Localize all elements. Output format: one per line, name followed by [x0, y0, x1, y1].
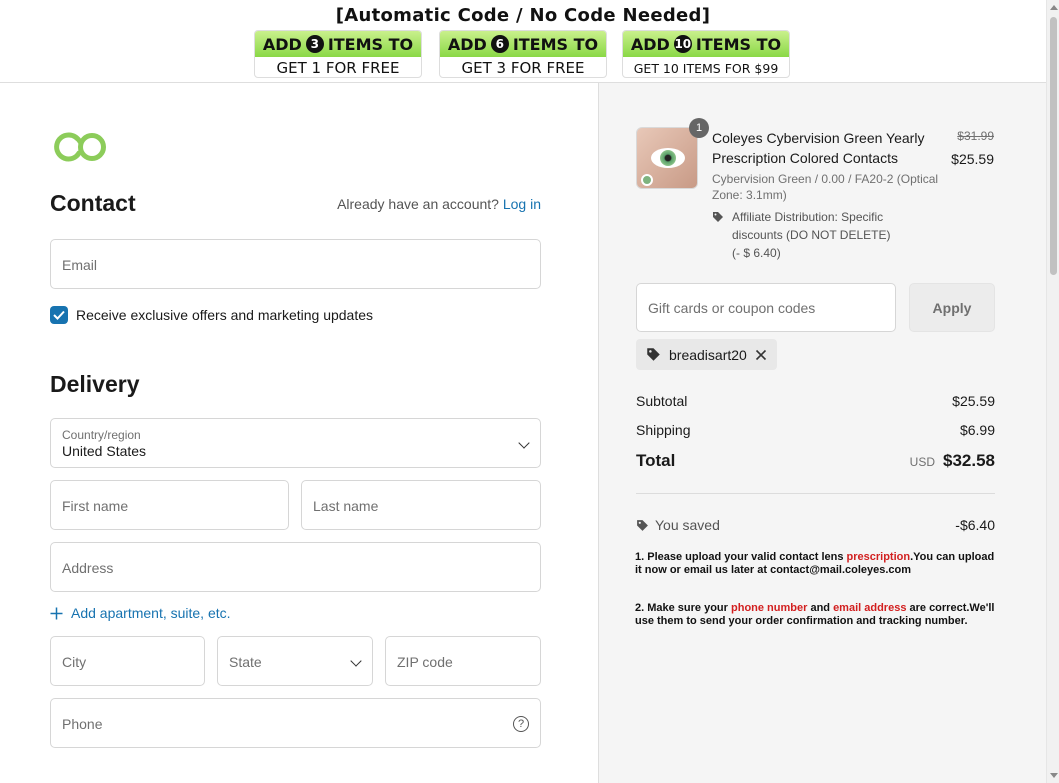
checkout-form: Contact Already have an account? Log in … [0, 83, 598, 783]
marketing-label: Receive exclusive offers and marketing u… [76, 307, 374, 323]
original-price: $31.99 [957, 129, 994, 143]
saved-row: You saved -$6.40 [636, 517, 995, 533]
close-icon[interactable] [755, 349, 767, 361]
promo-tile-offer: GET 10 ITEMS FOR $99 [633, 60, 779, 76]
checkout-page: [Automatic Code / No Code Needed] ADD 3 … [0, 0, 1059, 783]
promo-tile-offer: GET 3 FOR FREE [461, 59, 585, 77]
city-field[interactable]: City [50, 636, 205, 686]
email-placeholder: Email [62, 257, 98, 273]
country-value: United States [62, 443, 147, 459]
order-summary: 1 Coleyes Cybervision Green Yearly Presc… [598, 83, 1046, 783]
applied-code: breadisart20 [669, 346, 747, 363]
first-name-field[interactable]: First name [50, 480, 289, 530]
delivery-heading: Delivery [50, 371, 140, 397]
total-value: $32.58 [943, 451, 995, 470]
currency-code: USD [909, 455, 935, 469]
tag-icon [713, 212, 723, 222]
product-discount: Affiliate Distribution: Specific discoun… [712, 208, 912, 262]
store-logo-icon[interactable] [52, 131, 110, 163]
promo-tile-10[interactable]: ADD 10 ITEMS TO GET 10 ITEMS FOR $99 [622, 30, 790, 78]
prescription-note: 1. Please upload your valid contact lens… [635, 551, 995, 576]
add-apartment-link[interactable]: Add apartment, suite, etc. [50, 605, 231, 621]
promo-title: [Automatic Code / No Code Needed] [335, 5, 711, 26]
scroll-down-icon[interactable] [1050, 773, 1058, 778]
zip-field[interactable]: ZIP code [385, 636, 541, 686]
chevron-down-icon [350, 655, 362, 667]
help-icon[interactable]: ? [513, 716, 529, 732]
promo-tile-6[interactable]: ADD 6 ITEMS TO GET 3 FOR FREE [439, 30, 607, 78]
total-row: Total USD $32.58 [636, 451, 995, 470]
product-name: Coleyes Cybervision Green Yearly Prescri… [712, 130, 925, 166]
promo-number-badge: 10 [673, 35, 692, 53]
current-price: $25.59 [951, 151, 994, 167]
promo-tile-3[interactable]: ADD 3 ITEMS TO GET 1 FOR FREE [254, 30, 422, 78]
last-name-field[interactable]: Last name [301, 480, 541, 530]
contact-info-note: 2. Make sure your phone number and email… [635, 602, 995, 627]
scroll-thumb[interactable] [1050, 17, 1057, 275]
product-variant: Cybervision Green / 0.00 / FA20-2 (Optic… [712, 172, 939, 202]
state-select[interactable]: State [217, 636, 373, 686]
marketing-checkbox[interactable] [50, 306, 68, 324]
contact-heading: Contact [50, 190, 136, 216]
checkmark-icon [53, 310, 65, 320]
promo-banner: [Automatic Code / No Code Needed] ADD 3 … [0, 0, 1046, 83]
phone-field[interactable]: Phone ? [50, 698, 541, 748]
shipping-row: Shipping $6.99 [636, 422, 995, 438]
quantity-badge: 1 [689, 118, 709, 138]
address-field[interactable]: Address [50, 542, 541, 592]
account-prompt: Already have an account? Log in [337, 196, 541, 212]
saved-value: -$6.40 [955, 517, 995, 533]
tag-icon [647, 348, 660, 361]
applied-code-chip: breadisart20 [636, 339, 777, 370]
page-scrollbar[interactable] [1046, 0, 1059, 783]
promo-tile-offer: GET 1 FOR FREE [276, 59, 400, 77]
login-link[interactable]: Log in [503, 196, 541, 212]
divider [636, 493, 995, 494]
scroll-up-icon[interactable] [1050, 5, 1058, 10]
country-label: Country/region [62, 428, 141, 442]
promo-number-badge: 3 [305, 35, 324, 53]
shipping-value: $6.99 [959, 422, 995, 438]
marketing-option[interactable]: Receive exclusive offers and marketing u… [50, 306, 373, 324]
promo-number-badge: 6 [490, 35, 509, 53]
tag-icon [637, 519, 648, 531]
apply-button[interactable]: Apply [909, 283, 995, 332]
subtotal-value: $25.59 [952, 393, 995, 409]
country-select[interactable]: Country/region United States [50, 418, 541, 468]
product-image [636, 127, 698, 189]
subtotal-row: Subtotal $25.59 [636, 393, 995, 409]
email-field[interactable]: Email [50, 239, 541, 289]
coupon-input[interactable]: Gift cards or coupon codes [636, 283, 896, 332]
chevron-down-icon [518, 437, 530, 449]
plus-icon [50, 607, 63, 619]
